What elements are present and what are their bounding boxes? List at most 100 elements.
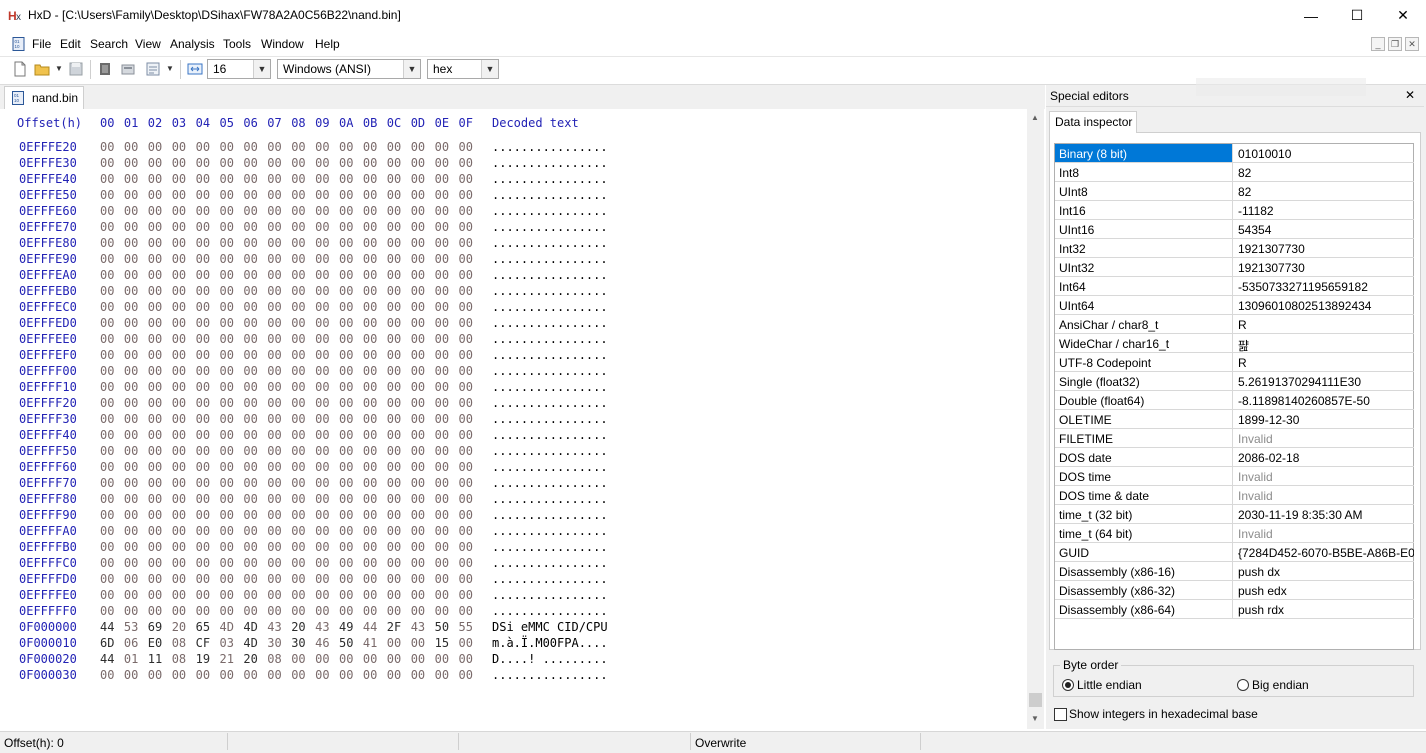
hex-byte[interactable]: 00 xyxy=(459,396,477,410)
hex-byte[interactable]: 00 xyxy=(148,572,166,586)
hex-byte[interactable]: 00 xyxy=(148,428,166,442)
hex-byte[interactable]: 00 xyxy=(435,348,453,362)
hex-byte[interactable]: 00 xyxy=(124,380,142,394)
chevron-down-icon[interactable]: ▼ xyxy=(253,60,270,78)
menu-help[interactable]: Help xyxy=(315,37,340,51)
hex-byte[interactable]: 06 xyxy=(124,636,142,650)
hex-byte[interactable]: 00 xyxy=(148,332,166,346)
hex-byte[interactable]: 00 xyxy=(435,220,453,234)
hex-byte[interactable]: 00 xyxy=(100,524,118,538)
hex-byte[interactable]: 00 xyxy=(220,284,238,298)
hex-byte[interactable]: 00 xyxy=(267,284,285,298)
hex-byte[interactable]: 43 xyxy=(315,620,333,634)
hex-byte[interactable]: 00 xyxy=(100,236,118,250)
hex-byte[interactable]: 00 xyxy=(172,476,190,490)
big-endian-label[interactable]: Big endian xyxy=(1252,678,1309,692)
hex-byte[interactable]: 00 xyxy=(100,668,118,682)
hex-byte[interactable]: 00 xyxy=(100,588,118,602)
hex-byte[interactable]: 00 xyxy=(435,556,453,570)
hex-byte[interactable]: 00 xyxy=(363,220,381,234)
hex-byte[interactable]: 00 xyxy=(411,444,429,458)
hex-byte[interactable]: 00 xyxy=(243,444,261,458)
hex-byte[interactable]: 00 xyxy=(100,380,118,394)
hex-byte[interactable]: 00 xyxy=(363,364,381,378)
hex-byte[interactable]: 00 xyxy=(363,140,381,154)
hex-byte[interactable]: 00 xyxy=(172,268,190,282)
hex-byte[interactable]: 00 xyxy=(220,476,238,490)
hex-byte[interactable]: 00 xyxy=(172,396,190,410)
hex-byte[interactable]: 00 xyxy=(435,188,453,202)
hex-byte[interactable]: 00 xyxy=(196,172,214,186)
hex-byte[interactable]: 00 xyxy=(100,492,118,506)
hex-byte[interactable]: 00 xyxy=(172,460,190,474)
hex-byte[interactable]: 00 xyxy=(363,572,381,586)
hex-byte[interactable]: 00 xyxy=(124,316,142,330)
hex-byte[interactable]: 00 xyxy=(435,332,453,346)
decoded-text[interactable]: ................ xyxy=(492,332,608,346)
hex-byte[interactable]: 00 xyxy=(196,476,214,490)
hex-byte[interactable]: 00 xyxy=(100,412,118,426)
hex-byte[interactable]: 00 xyxy=(196,588,214,602)
hex-byte[interactable]: 00 xyxy=(100,300,118,314)
hex-byte[interactable]: 00 xyxy=(196,316,214,330)
ram-icon[interactable] xyxy=(97,61,113,77)
hex-byte[interactable]: 00 xyxy=(267,572,285,586)
hex-byte[interactable]: 00 xyxy=(196,332,214,346)
hex-byte[interactable]: 00 xyxy=(291,396,309,410)
hex-byte[interactable]: 00 xyxy=(387,428,405,442)
hex-byte[interactable]: 00 xyxy=(363,156,381,170)
decoded-text[interactable]: ................ xyxy=(492,668,608,682)
hex-byte[interactable]: 00 xyxy=(363,668,381,682)
hex-byte[interactable]: 43 xyxy=(267,620,285,634)
decoded-text[interactable]: ................ xyxy=(492,140,608,154)
hex-byte[interactable]: 00 xyxy=(435,364,453,378)
inspector-row[interactable]: UInt16 54354 xyxy=(1055,220,1414,239)
hex-byte[interactable]: 00 xyxy=(267,252,285,266)
hex-byte[interactable]: 00 xyxy=(196,412,214,426)
hex-byte[interactable]: 00 xyxy=(124,604,142,618)
hex-byte[interactable]: 00 xyxy=(387,236,405,250)
hex-byte[interactable]: 00 xyxy=(387,188,405,202)
hex-byte[interactable]: 00 xyxy=(315,204,333,218)
hex-byte[interactable]: 00 xyxy=(435,316,453,330)
hex-byte[interactable]: 00 xyxy=(387,460,405,474)
hex-byte[interactable]: 00 xyxy=(148,220,166,234)
hex-byte[interactable]: 00 xyxy=(291,252,309,266)
hex-byte[interactable]: 00 xyxy=(243,252,261,266)
decoded-text[interactable]: ................ xyxy=(492,364,608,378)
hex-byte[interactable]: 00 xyxy=(220,428,238,442)
hex-byte[interactable]: 00 xyxy=(196,428,214,442)
hex-byte[interactable]: 00 xyxy=(411,636,429,650)
hex-byte[interactable]: 00 xyxy=(363,444,381,458)
hex-byte[interactable]: 00 xyxy=(267,300,285,314)
inspector-value[interactable]: 퍒 xyxy=(1233,334,1414,353)
hex-byte[interactable]: 00 xyxy=(124,668,142,682)
hex-byte[interactable]: 00 xyxy=(148,396,166,410)
hex-byte[interactable]: 46 xyxy=(315,636,333,650)
hex-byte[interactable]: 00 xyxy=(315,252,333,266)
hex-byte[interactable]: 00 xyxy=(124,556,142,570)
hex-byte[interactable]: 00 xyxy=(411,188,429,202)
hex-byte[interactable]: 00 xyxy=(100,316,118,330)
hex-byte[interactable]: 00 xyxy=(387,508,405,522)
hex-byte[interactable]: 00 xyxy=(291,540,309,554)
hex-byte[interactable]: 00 xyxy=(387,412,405,426)
hex-byte[interactable]: 00 xyxy=(267,140,285,154)
hex-byte[interactable]: 00 xyxy=(291,300,309,314)
inspector-row[interactable]: Int32 1921307730 xyxy=(1055,239,1414,258)
mdi-minimize-icon[interactable]: _ xyxy=(1371,37,1385,51)
hex-byte[interactable]: 00 xyxy=(172,204,190,218)
show-hex-checkbox[interactable] xyxy=(1054,708,1067,721)
decoded-text[interactable]: D....! ......... xyxy=(492,652,608,666)
hex-byte[interactable]: 20 xyxy=(243,652,261,666)
hex-byte[interactable]: 00 xyxy=(148,364,166,378)
hex-byte[interactable]: 00 xyxy=(435,460,453,474)
hex-byte[interactable]: 00 xyxy=(411,476,429,490)
hex-byte[interactable]: 00 xyxy=(267,476,285,490)
hex-byte[interactable]: 00 xyxy=(100,188,118,202)
hex-byte[interactable]: 00 xyxy=(435,380,453,394)
hex-byte[interactable]: 00 xyxy=(459,524,477,538)
hex-byte[interactable]: 00 xyxy=(411,348,429,362)
hex-byte[interactable]: 00 xyxy=(148,252,166,266)
hex-byte[interactable]: 00 xyxy=(124,332,142,346)
